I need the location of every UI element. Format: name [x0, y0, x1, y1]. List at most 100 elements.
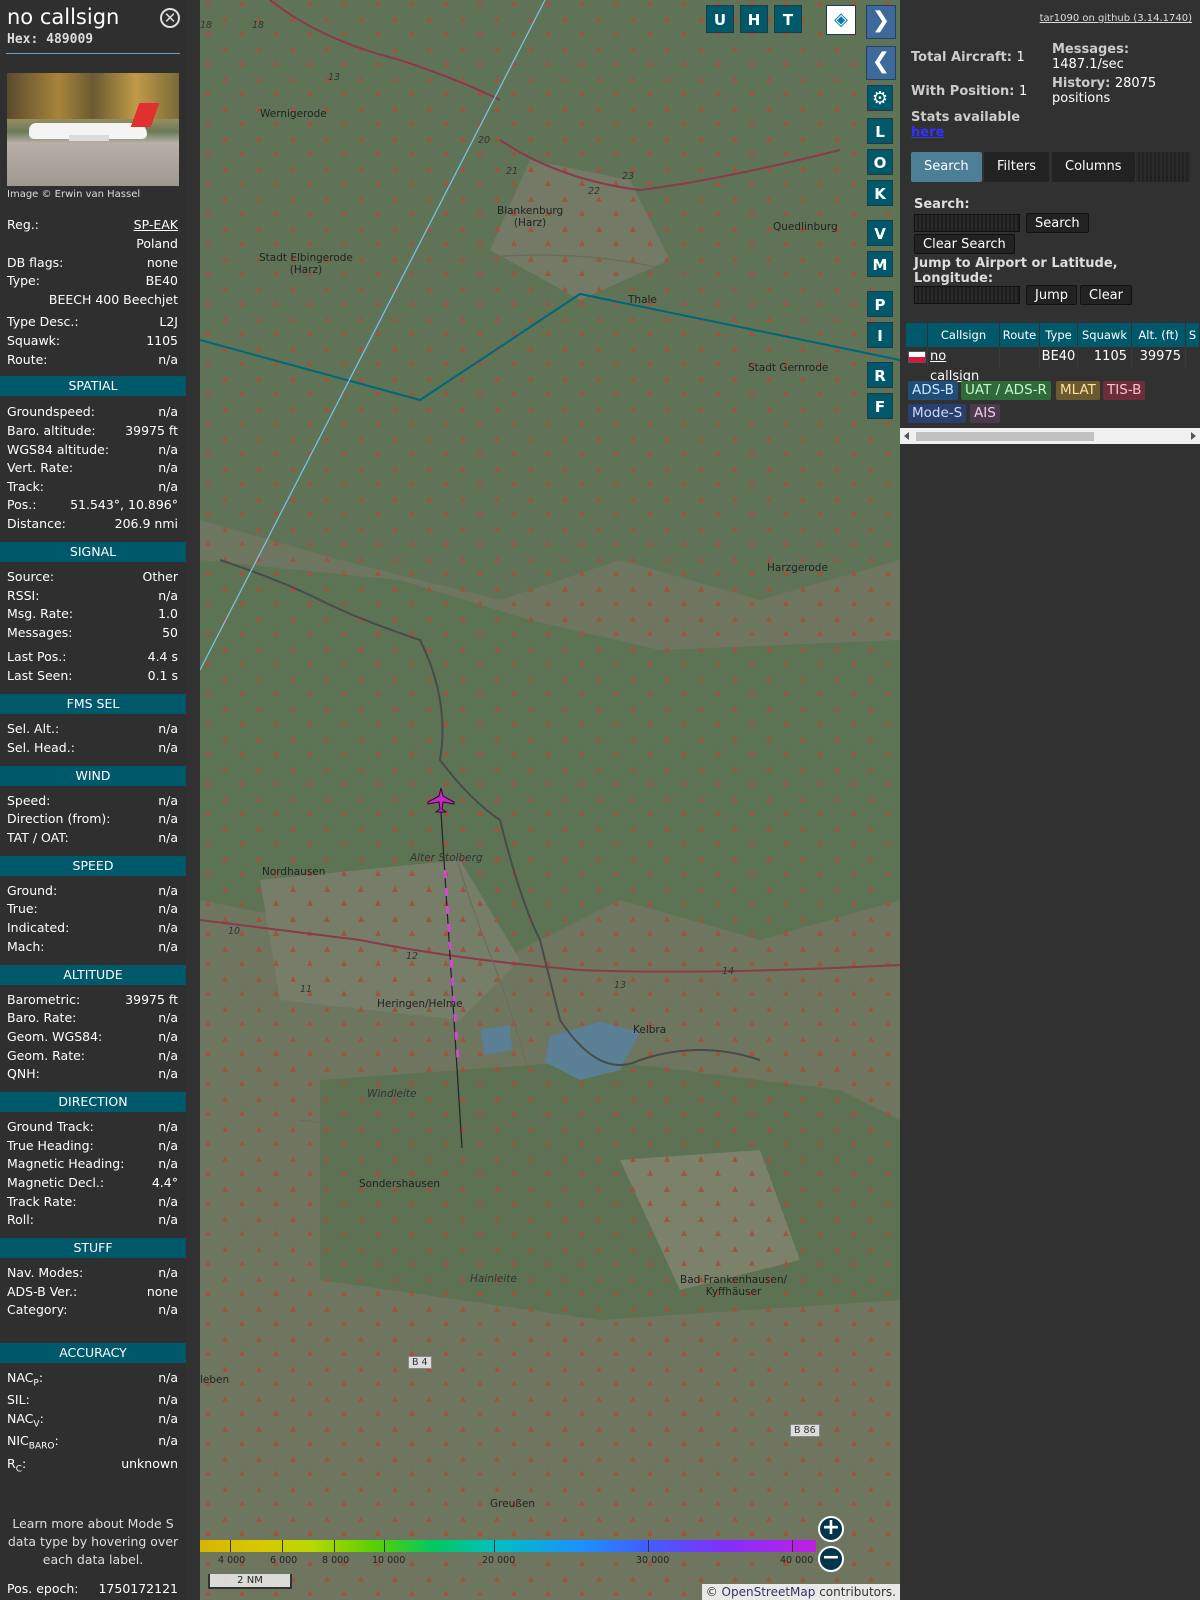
- info-label: Squawk:: [7, 333, 61, 348]
- map-road-label: 10: [228, 926, 241, 937]
- info-label: Direction (from):: [7, 811, 111, 826]
- info-value: n/a: [158, 1265, 178, 1280]
- info-value: 4.4 s: [147, 649, 178, 664]
- source-badge-mode-s: Mode-S: [908, 404, 967, 423]
- info-value: n/a: [158, 1302, 178, 1317]
- info-value[interactable]: SP-EAK: [134, 217, 178, 232]
- map-button-l[interactable]: L: [867, 118, 893, 144]
- info-row-signal: Last Seen: 0.1 s: [7, 668, 178, 686]
- source-badge-mlat: MLAT: [1056, 381, 1100, 400]
- tab-columns[interactable]: Columns: [1052, 152, 1135, 182]
- table-header-route[interactable]: Route: [1000, 323, 1040, 347]
- aircraft-photo[interactable]: [7, 73, 179, 186]
- table-header-speed[interactable]: S: [1186, 323, 1200, 347]
- section-stuff: STUFF: [0, 1238, 186, 1258]
- altitude-tick: [384, 1540, 385, 1552]
- info-label: Mach:: [7, 939, 45, 954]
- info-value: 50: [162, 625, 178, 640]
- info-row-signal: Msg. Rate: 1.0: [7, 606, 178, 624]
- info-label: Baro. Rate:: [7, 1010, 77, 1025]
- map-place-label: Quedlinburg: [773, 221, 838, 233]
- info-value: n/a: [158, 830, 178, 845]
- info-label: R: [7, 1456, 16, 1471]
- clear-jump-button[interactable]: Clear: [1080, 285, 1132, 305]
- row-route: [1000, 347, 1040, 367]
- table-header-callsign[interactable]: Callsign: [928, 323, 1000, 347]
- altitude-tick-label: 30 000: [636, 1555, 670, 1566]
- tab-extra[interactable]: [1136, 152, 1190, 182]
- search-button[interactable]: Search: [1026, 213, 1089, 233]
- clear-search-button[interactable]: Clear Search: [914, 234, 1015, 254]
- chevron-left-icon[interactable]: ❮: [866, 46, 896, 80]
- info-label: DB flags:: [7, 255, 64, 270]
- map-button-k[interactable]: K: [867, 180, 893, 206]
- map-button-i[interactable]: I: [867, 322, 893, 348]
- map-road-label: 12: [406, 951, 419, 962]
- stats-label: Stats available: [911, 110, 1021, 125]
- settings-gear-icon[interactable]: ⚙: [867, 85, 893, 111]
- altitude-tick-label: 4 000: [218, 1555, 246, 1566]
- altitude-tick-label: 8 000: [322, 1555, 350, 1566]
- info-row-wind: Direction (from): n/a: [7, 811, 178, 829]
- chevron-right-icon[interactable]: ❯: [866, 5, 896, 39]
- info-row-fms: Sel. Alt.: n/a: [7, 721, 178, 739]
- map-button-m[interactable]: M: [867, 251, 893, 277]
- search-input[interactable]: [914, 214, 1020, 232]
- info-row-accuracy: NACV: n/a: [7, 1411, 178, 1430]
- info-value: L2J: [159, 314, 178, 329]
- map-attribution: © OpenStreetMap contributors.: [701, 1584, 900, 1600]
- info-label: True Heading:: [7, 1138, 94, 1153]
- info-label: NIC: [7, 1433, 29, 1448]
- info-label: Ground:: [7, 883, 58, 898]
- table-header-squawk[interactable]: Squawk: [1078, 323, 1132, 347]
- row-callsign[interactable]: no callsign: [930, 347, 1000, 384]
- table-scrollbar[interactable]: [900, 428, 1200, 444]
- info-row-basic: Reg.: SP-EAK: [7, 217, 178, 235]
- history-stat: History: 28075 positions: [1052, 76, 1157, 106]
- info-row-spatial: Baro. altitude: 39975 ft: [7, 423, 178, 441]
- altitude-color-scale: [200, 1540, 816, 1552]
- info-label: Magnetic Decl.:: [7, 1175, 105, 1190]
- info-label: True:: [7, 901, 38, 916]
- info-value: 1105: [146, 333, 178, 348]
- layers-icon[interactable]: ◈: [826, 5, 856, 35]
- info-value: n/a: [158, 1370, 178, 1385]
- source-badge-tis-b: TIS-B: [1103, 381, 1146, 400]
- jump-input[interactable]: [914, 286, 1020, 304]
- map-button-v[interactable]: V: [867, 220, 893, 246]
- info-label-wrap: NICBARO:: [7, 1433, 59, 1452]
- altitude-tick-label: 6 000: [270, 1555, 298, 1566]
- map-button-f[interactable]: F: [867, 393, 893, 419]
- table-header-flag[interactable]: [906, 323, 928, 347]
- zoom-in-icon[interactable]: +: [818, 1516, 844, 1542]
- github-link[interactable]: tar1090 on github (3.14.1740): [1040, 13, 1192, 24]
- with-position-stat: With Position: 1: [911, 84, 1028, 99]
- section-wind: WIND: [0, 766, 186, 786]
- info-value: n/a: [158, 442, 178, 457]
- jump-button[interactable]: Jump: [1026, 285, 1077, 305]
- table-header-altitude[interactable]: Alt. (ft): [1132, 323, 1186, 347]
- map-button-p[interactable]: P: [867, 291, 893, 317]
- map-road-label: 20: [478, 135, 491, 146]
- tab-filters[interactable]: Filters: [984, 152, 1049, 182]
- info-row-spatial: Pos.: 51.543°, 10.896°: [7, 497, 178, 515]
- info-value: n/a: [158, 721, 178, 736]
- table-header-type[interactable]: Type: [1040, 323, 1078, 347]
- map-place-label: Heringen/Helme: [377, 998, 463, 1010]
- info-row-speed: True: n/a: [7, 901, 178, 919]
- map-button-r[interactable]: R: [867, 362, 893, 388]
- info-label: Roll:: [7, 1212, 34, 1227]
- map-button-t[interactable]: T: [774, 5, 802, 33]
- map-button-h[interactable]: H: [740, 5, 768, 33]
- section-direction: DIRECTION: [0, 1092, 186, 1112]
- tab-search[interactable]: Search: [911, 152, 982, 182]
- map-button-u[interactable]: U: [706, 5, 734, 33]
- map[interactable]: Wernigerode Blankenburg (Harz) Quedlinburg…: [200, 0, 900, 1600]
- osm-link[interactable]: OpenStreetMap: [722, 1585, 816, 1599]
- info-value: n/a: [158, 352, 178, 367]
- close-icon[interactable]: ✕: [160, 8, 180, 28]
- map-button-o[interactable]: O: [867, 149, 893, 175]
- info-value: n/a: [158, 479, 178, 494]
- zoom-out-icon[interactable]: −: [818, 1546, 844, 1572]
- stats-link[interactable]: here: [911, 125, 944, 140]
